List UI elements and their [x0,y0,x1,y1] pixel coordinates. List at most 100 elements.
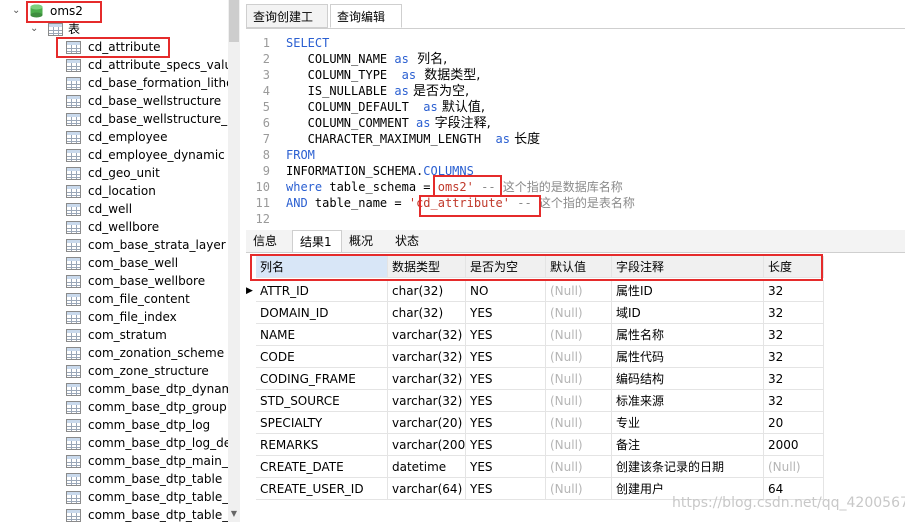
grid-cell[interactable]: (Null) [546,478,612,500]
grid-cell[interactable]: varchar(32) [388,346,466,368]
grid-cell[interactable]: NO [466,280,546,302]
grid-cell[interactable]: (Null) [546,456,612,478]
grid-cell[interactable]: YES [466,478,546,500]
grid-cell[interactable]: 2000 [764,434,824,456]
grid-cell[interactable]: varchar(2000) [388,434,466,456]
grid-cell[interactable]: varchar(32) [388,390,466,412]
grid-cell[interactable]: (Null) [546,390,612,412]
tab-query-builder[interactable]: 查询创建工具 [246,4,328,48]
grid-cell[interactable]: 32 [764,346,824,368]
grid-cell[interactable]: YES [466,456,546,478]
grid-cell[interactable]: (Null) [546,324,612,346]
grid-cell[interactable]: 32 [764,324,824,346]
table-row[interactable]: NAME varchar(32) YES (Null) 属性名称 32 [246,324,824,346]
grid-cell[interactable]: DOMAIN_ID [256,302,388,324]
grid-cell[interactable]: 创建该条记录的日期 [612,456,764,478]
tab-status[interactable]: 状态 [388,230,434,252]
table-row[interactable]: CODING_FRAME varchar(32) YES (Null) 编码结构 32 [246,368,824,390]
table-row[interactable]: ATTR_ID char(32) NO (Null) 属性ID 32 ▶ [246,280,824,302]
table-row[interactable]: REMARKSvarchar(2000)YES(Null)备注2000 [246,434,824,456]
line-number: 7 [262,132,270,146]
code-text: COLUMN_NAME as 列名, [286,51,448,68]
grid-cell[interactable]: (Null) [546,434,612,456]
chevron-down-icon[interactable]: ⌄ [12,2,20,20]
grid-cell[interactable]: SPECIALTY [256,412,388,434]
grid-cell[interactable]: (Null) [546,412,612,434]
grid-cell[interactable]: 编码结构 [612,368,764,390]
grid-cell[interactable]: varchar(20) [388,412,466,434]
code-text: AND table_name = 'cd_attribute' -- 这个指的是… [286,195,635,211]
column-header[interactable]: 默认值 [546,256,612,278]
grid-cell[interactable]: YES [466,390,546,412]
chevron-down-icon[interactable]: ⌄ [30,20,38,38]
grid-cell[interactable]: ATTR_ID [256,280,388,302]
scroll-down-icon[interactable]: ▼ [228,508,240,520]
grid-cell[interactable]: YES [466,368,546,390]
table-row[interactable]: SPECIALTY varchar(20) YES (Null) 专业 20 [246,412,824,434]
table-name: cd_wellbore [88,220,160,234]
grid-cell[interactable]: char(32) [388,302,466,324]
table-row[interactable]: STD_SOURCE varchar(32) YES (Null) 标准来源 32 [246,390,824,412]
code-token: as [423,100,438,114]
code-token: 'oms2' [430,180,474,194]
grid-cell[interactable]: 32 [764,390,824,412]
sql-editor[interactable]: 1 SELECT 2 COLUMN_NAME as 列名, 3 COLUMN_TYPE… [246,28,905,229]
grid-cell[interactable]: YES [466,324,546,346]
grid-cell[interactable]: 32 [764,302,824,324]
table-row[interactable]: CREATE_DATE datetime YES (Null) 创建该条记录的日期 (Nu… [246,456,824,478]
code-token: = [423,180,431,194]
grid-cell[interactable]: (Null) [546,280,612,302]
table-name: cd_attribute_specs_value [88,58,240,72]
grid-cell[interactable]: (Null) [764,456,824,478]
grid-cell[interactable]: CODING_FRAME [256,368,388,390]
table-row[interactable]: CODE varchar(32) YES (Null) 属性代码 32 [246,346,824,368]
tree-scrollbar[interactable] [228,0,240,522]
grid-cell[interactable]: 专业 [612,412,764,434]
code-token: table_schema [322,180,424,194]
grid-cell[interactable]: CODE [256,346,388,368]
grid-cell[interactable]: REMARKS [256,434,388,456]
grid-cell[interactable]: NAME [256,324,388,346]
grid-cell[interactable]: (Null) [546,368,612,390]
grid-cell[interactable]: varchar(32) [388,368,466,390]
tab-info[interactable]: 信息 [246,230,292,252]
grid-cell[interactable]: 32 [764,368,824,390]
grid-cell[interactable]: YES [466,346,546,368]
watermark: https://blog.csdn.net/qq_42005673 [672,495,905,511]
grid-cell[interactable]: 属性ID [612,280,764,302]
tab-query-editor[interactable]: 查询编辑器 [330,4,402,48]
column-header[interactable]: 数据类型 [388,256,466,278]
grid-cell[interactable]: 备注 [612,434,764,456]
tab-profile[interactable]: 概况 [342,230,388,252]
grid-cell[interactable]: YES [466,434,546,456]
grid-cell[interactable]: 20 [764,412,824,434]
grid-cell[interactable]: 属性代码 [612,346,764,368]
table-icon [66,401,81,414]
table-icon [66,203,81,216]
table-row[interactable]: DOMAIN_ID char(32) YES (Null) 域ID 32 [246,302,824,324]
column-header[interactable]: 字段注释 [612,256,764,278]
grid-cell[interactable]: 属性名称 [612,324,764,346]
tab-result1[interactable]: 结果1 [292,230,342,252]
grid-cell[interactable]: varchar(32) [388,324,466,346]
grid-cell[interactable]: datetime [388,456,466,478]
table-name: comm_base_dtp_table [88,472,223,486]
line-number: 9 [262,164,270,178]
column-header[interactable]: 是否为空 [466,256,546,278]
grid-cell[interactable]: 标准来源 [612,390,764,412]
grid-cell[interactable]: char(32) [388,280,466,302]
grid-cell[interactable]: varchar(64) [388,478,466,500]
grid-cell[interactable]: STD_SOURCE [256,390,388,412]
column-header[interactable]: 长度 [764,256,824,278]
tree-scrollbar-thumb[interactable] [229,0,239,42]
grid-cell[interactable]: CREATE_USER_ID [256,478,388,500]
grid-cell[interactable]: YES [466,302,546,324]
grid-cell[interactable]: (Null) [546,346,612,368]
grid-cell[interactable]: CREATE_DATE [256,456,388,478]
column-header[interactable]: 列名 [256,256,388,278]
grid-cell[interactable]: (Null) [546,302,612,324]
grid-cell[interactable]: 域ID [612,302,764,324]
table-icon [66,347,81,360]
grid-cell[interactable]: 32 [764,280,824,302]
grid-cell[interactable]: YES [466,412,546,434]
